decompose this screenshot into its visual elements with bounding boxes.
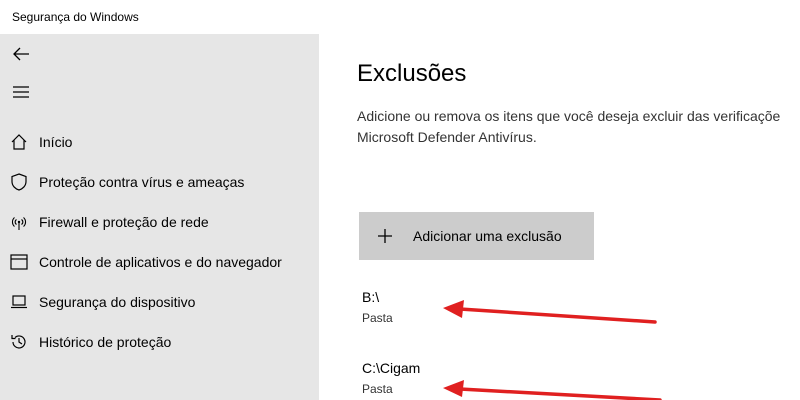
sidebar-item-label: Controle de aplicativos e do navegador [39, 254, 282, 270]
exclusion-item[interactable]: B:\ Pasta [362, 289, 562, 325]
exclusion-path: B:\ [362, 289, 380, 305]
description-line: Adicione ou remova os itens que você des… [357, 108, 781, 124]
nav-list: Início Proteção contra vírus e ameaças F… [0, 122, 319, 362]
exclusion-path: C:\Cigam [362, 360, 421, 376]
plus-icon [378, 229, 392, 243]
laptop-icon [9, 292, 29, 312]
back-arrow-icon [13, 47, 29, 61]
sidebar-item-app-browser-control[interactable]: Controle de aplicativos e do navegador [0, 242, 319, 282]
add-exclusion-label: Adicionar uma exclusão [413, 228, 562, 244]
description-line: Microsoft Defender Antivírus. [357, 129, 537, 145]
exclusion-type: Pasta [362, 382, 393, 396]
exclusion-item[interactable]: C:\Cigam Pasta [362, 360, 562, 396]
sidebar-item-label: Proteção contra vírus e ameaças [39, 174, 245, 190]
sidebar-item-device-security[interactable]: Segurança do dispositivo [0, 282, 319, 322]
page-title: Exclusões [357, 60, 467, 87]
hamburger-menu-icon [13, 86, 29, 98]
home-icon [9, 132, 29, 152]
sidebar-item-label: Segurança do dispositivo [39, 294, 196, 310]
sidebar-item-protection-history[interactable]: Histórico de proteção [0, 322, 319, 362]
sidebar-item-label: Firewall e proteção de rede [39, 214, 209, 230]
title-bar: Segurança do Windows [0, 0, 800, 34]
sidebar: Início Proteção contra vírus e ameaças F… [0, 34, 319, 400]
shield-icon [9, 172, 29, 192]
menu-button[interactable] [6, 78, 36, 106]
sidebar-item-inicio[interactable]: Início [0, 122, 319, 162]
page-description: Adicione ou remova os itens que você des… [357, 106, 800, 148]
back-button[interactable] [6, 40, 36, 68]
wireless-icon [9, 212, 29, 232]
history-icon [9, 332, 29, 352]
sidebar-item-label: Histórico de proteção [39, 334, 172, 350]
add-exclusion-button[interactable]: Adicionar uma exclusão [359, 212, 594, 260]
window-title: Segurança do Windows [12, 10, 139, 24]
sidebar-item-label: Início [39, 134, 73, 150]
main-content: Exclusões Adicione ou remova os itens qu… [319, 34, 800, 400]
sidebar-item-firewall[interactable]: Firewall e proteção de rede [0, 202, 319, 242]
app-browser-icon [9, 252, 29, 272]
sidebar-item-virus-protection[interactable]: Proteção contra vírus e ameaças [0, 162, 319, 202]
exclusion-type: Pasta [362, 311, 393, 325]
